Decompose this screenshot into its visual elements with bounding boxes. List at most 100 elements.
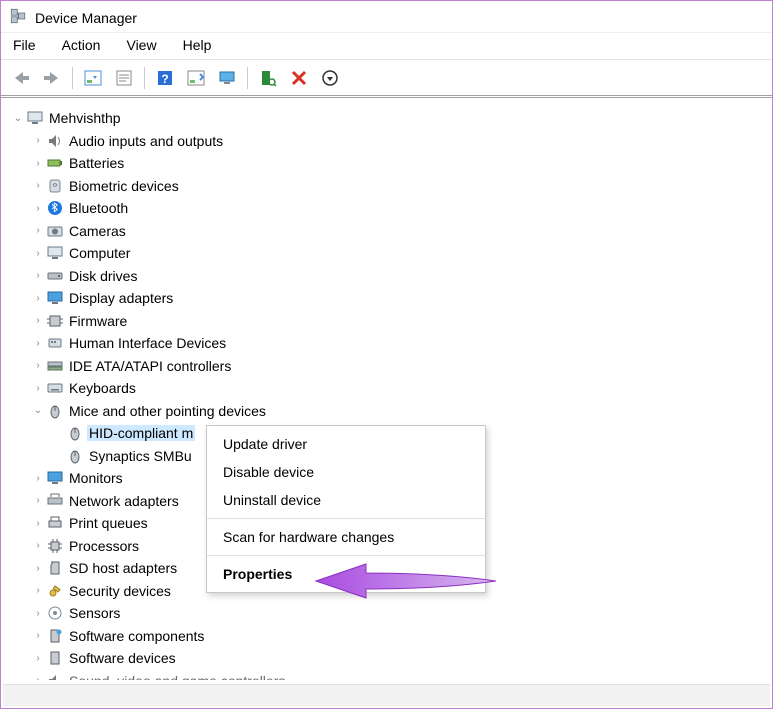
- toolbar-separator: [144, 67, 145, 89]
- uninstall-device-button[interactable]: [285, 65, 313, 91]
- chevron-right-icon[interactable]: ›: [31, 585, 45, 596]
- chevron-right-icon[interactable]: ›: [31, 338, 45, 349]
- tree-category-label: Mice and other pointing devices: [67, 403, 268, 419]
- tree-category-label: Print queues: [67, 515, 150, 531]
- tree-category[interactable]: › Software components: [9, 625, 770, 648]
- context-properties[interactable]: Properties: [207, 560, 485, 588]
- chevron-right-icon[interactable]: ›: [31, 630, 45, 641]
- context-scan-hardware[interactable]: Scan for hardware changes: [207, 523, 485, 551]
- chevron-right-icon[interactable]: ›: [31, 248, 45, 259]
- tree-category-label: Human Interface Devices: [67, 335, 228, 351]
- tree-category[interactable]: › Computer: [9, 242, 770, 265]
- tree-category-label: Audio inputs and outputs: [67, 133, 225, 149]
- forward-button[interactable]: [38, 65, 66, 91]
- chevron-down-icon[interactable]: ⌄: [31, 405, 45, 416]
- tree-root[interactable]: ⌄ Mehvishthp: [9, 107, 770, 130]
- category-icon: [45, 604, 65, 622]
- tree-category[interactable]: › Software devices: [9, 647, 770, 670]
- chevron-right-icon[interactable]: ›: [31, 653, 45, 664]
- menubar: File Action View Help: [1, 32, 772, 60]
- category-icon: [45, 154, 65, 172]
- chevron-right-icon[interactable]: ›: [31, 473, 45, 484]
- menu-action[interactable]: Action: [58, 35, 105, 55]
- tree-category[interactable]: › Display adapters: [9, 287, 770, 310]
- tree-category[interactable]: › Biometric devices: [9, 175, 770, 198]
- context-separator: [207, 518, 485, 519]
- category-icon: [45, 244, 65, 262]
- context-update-driver[interactable]: Update driver: [207, 430, 485, 458]
- category-icon: [45, 132, 65, 150]
- tree-device-label: HID-compliant m: [87, 425, 195, 441]
- more-actions-button[interactable]: [316, 65, 344, 91]
- chevron-right-icon[interactable]: ›: [31, 495, 45, 506]
- menu-file[interactable]: File: [9, 35, 40, 55]
- toolbar: ?: [1, 60, 772, 98]
- tree-category-label: Keyboards: [67, 380, 138, 396]
- status-bar: [3, 684, 770, 706]
- category-icon: [45, 199, 65, 217]
- tree-category-label: Batteries: [67, 155, 126, 171]
- help-topics-button[interactable]: [182, 65, 210, 91]
- category-icon: [45, 379, 65, 397]
- tree-category-label: Processors: [67, 538, 141, 554]
- tree-category-label: Security devices: [67, 583, 173, 599]
- chevron-right-icon[interactable]: ›: [31, 180, 45, 191]
- tree-category[interactable]: › Human Interface Devices: [9, 332, 770, 355]
- tree-category[interactable]: › Batteries: [9, 152, 770, 175]
- tree-category-label: Software devices: [67, 650, 178, 666]
- category-icon: [45, 672, 65, 680]
- chevron-right-icon[interactable]: ›: [31, 360, 45, 371]
- tree-category[interactable]: › Sound, video and game controllers: [9, 670, 770, 681]
- device-tree-pane[interactable]: ⌄ Mehvishthp › Audio inputs and outputs …: [3, 103, 770, 680]
- chevron-right-icon[interactable]: ›: [31, 270, 45, 281]
- help-button[interactable]: ?: [151, 65, 179, 91]
- chevron-right-icon[interactable]: ›: [31, 563, 45, 574]
- chevron-right-icon[interactable]: ›: [31, 203, 45, 214]
- tree-root-label: Mehvishthp: [47, 110, 123, 126]
- properties-button[interactable]: [110, 65, 138, 91]
- menu-help[interactable]: Help: [179, 35, 216, 55]
- tree-category-label: Cameras: [67, 223, 128, 239]
- chevron-right-icon[interactable]: ›: [31, 675, 45, 680]
- chevron-right-icon[interactable]: ›: [31, 540, 45, 551]
- chevron-right-icon[interactable]: ›: [31, 293, 45, 304]
- chevron-right-icon[interactable]: ›: [31, 608, 45, 619]
- category-icon: [45, 402, 65, 420]
- menu-view[interactable]: View: [122, 35, 160, 55]
- tree-category[interactable]: › Firmware: [9, 310, 770, 333]
- category-icon: [45, 537, 65, 555]
- context-uninstall-device[interactable]: Uninstall device: [207, 486, 485, 514]
- app-icon: [9, 7, 35, 28]
- tree-category[interactable]: › IDE ATA/ATAPI controllers: [9, 355, 770, 378]
- tree-category[interactable]: › Bluetooth: [9, 197, 770, 220]
- chevron-right-icon[interactable]: ›: [31, 158, 45, 169]
- chevron-down-icon[interactable]: ⌄: [11, 113, 25, 124]
- tree-category[interactable]: › Keyboards: [9, 377, 770, 400]
- tree-category[interactable]: ⌄ Mice and other pointing devices: [9, 400, 770, 423]
- toolbar-separator: [247, 67, 248, 89]
- tree-category-label: SD host adapters: [67, 560, 179, 576]
- context-separator: [207, 555, 485, 556]
- category-icon: [45, 289, 65, 307]
- back-button[interactable]: [7, 65, 35, 91]
- context-disable-device[interactable]: Disable device: [207, 458, 485, 486]
- category-icon: [45, 469, 65, 487]
- tree-category[interactable]: › Disk drives: [9, 265, 770, 288]
- view-devices-button[interactable]: [213, 65, 241, 91]
- category-icon: [45, 357, 65, 375]
- tree-category[interactable]: › Cameras: [9, 220, 770, 243]
- chevron-right-icon[interactable]: ›: [31, 225, 45, 236]
- chevron-right-icon[interactable]: ›: [31, 383, 45, 394]
- tree-device-label: Synaptics SMBu: [87, 448, 194, 464]
- chevron-right-icon[interactable]: ›: [31, 315, 45, 326]
- tree-category[interactable]: › Sensors: [9, 602, 770, 625]
- tree-category-label: Display adapters: [67, 290, 175, 306]
- tree-category-label: Bluetooth: [67, 200, 130, 216]
- tree-category-label: Sound, video and game controllers: [67, 673, 287, 680]
- tree-category[interactable]: › Audio inputs and outputs: [9, 130, 770, 153]
- show-hide-tree-button[interactable]: [79, 65, 107, 91]
- context-menu: Update driver Disable device Uninstall d…: [206, 425, 486, 593]
- chevron-right-icon[interactable]: ›: [31, 518, 45, 529]
- scan-hardware-button[interactable]: [254, 65, 282, 91]
- chevron-right-icon[interactable]: ›: [31, 135, 45, 146]
